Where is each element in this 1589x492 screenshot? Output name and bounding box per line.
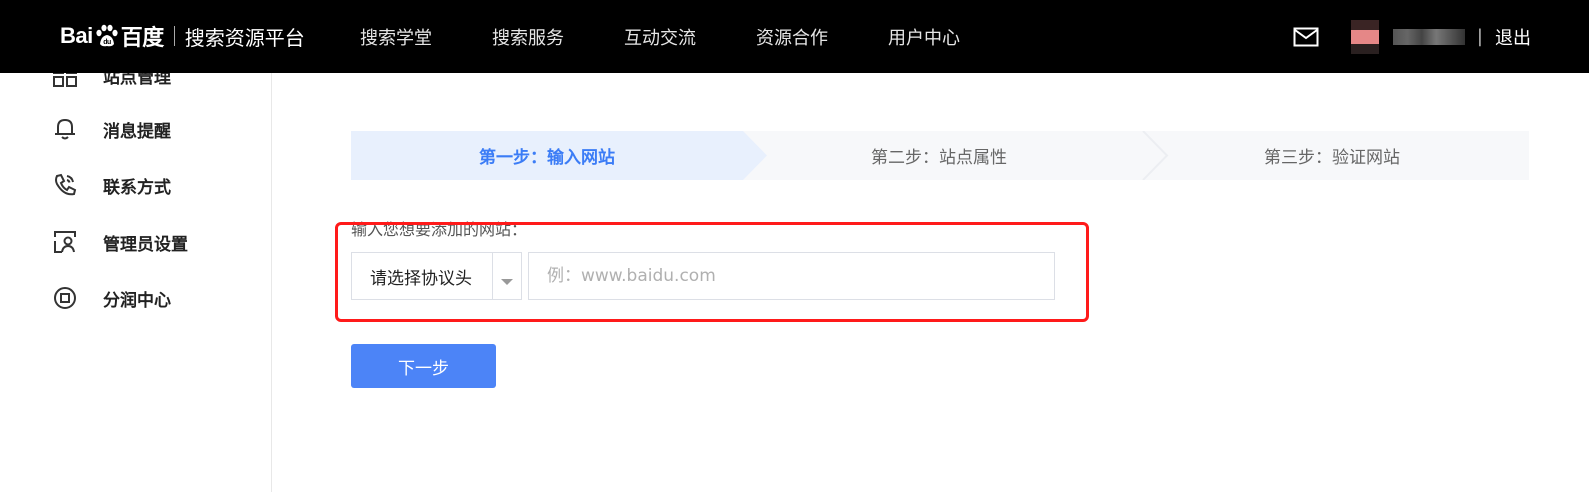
nav-item-interaction[interactable]: 互动交流: [624, 24, 696, 50]
sidebar-item-label: 分润中心: [103, 290, 171, 311]
step-3: 第三步：验证网站: [1264, 148, 1400, 168]
sidebar-item-label: 管理员设置: [103, 234, 188, 255]
step-2: 第二步：站点属性: [871, 148, 1007, 168]
nav-item-search-academy[interactable]: 搜索学堂: [360, 24, 432, 50]
logo-text-left: Bai: [60, 23, 93, 48]
step-1: 第一步：输入网站: [479, 148, 615, 168]
admin-card-icon: [52, 229, 78, 255]
svg-text:du: du: [103, 39, 111, 46]
paw-icon: du: [94, 24, 120, 48]
header-separator: |: [1476, 26, 1483, 47]
highlight-annotation-box: [335, 222, 1089, 322]
user-area: | 退出: [1293, 0, 1531, 73]
avatar[interactable]: [1350, 19, 1379, 54]
revenue-circle-icon: [52, 285, 78, 311]
logo-text-right: 百度: [120, 25, 165, 50]
logo-mark: Bai du 百度: [60, 20, 164, 52]
nav-item-user-center[interactable]: 用户中心: [888, 24, 960, 50]
top-navbar: Bai du 百度 搜索资源平台 搜索学堂 搜索服务 互动交流 资源合作 用户中…: [0, 0, 1589, 73]
baidu-logo[interactable]: Bai du 百度 搜索资源平台: [60, 14, 305, 58]
sidebar-item-admin-settings[interactable]: 管理员设置: [52, 227, 188, 257]
mail-icon[interactable]: [1293, 24, 1319, 50]
step-progress-bar: 第一步：输入网站 第二步：站点属性 第三步：验证网站: [351, 131, 1529, 180]
main-nav: 搜索学堂 搜索服务 互动交流 资源合作 用户中心: [360, 0, 960, 73]
nav-item-cooperation[interactable]: 资源合作: [756, 24, 828, 50]
username-redacted[interactable]: [1392, 28, 1465, 45]
logout-link[interactable]: 退出: [1495, 24, 1531, 50]
next-step-button[interactable]: 下一步: [351, 344, 496, 388]
sidebar-item-label: 消息提醒: [103, 121, 171, 142]
sidebar-item-label: 联系方式: [103, 177, 171, 198]
logo-divider: [173, 26, 175, 46]
sidebar-item-contact[interactable]: 联系方式: [52, 170, 171, 200]
sidebar: 站点管理 消息提醒 联系方式 管理员设置 分润中心: [0, 63, 272, 492]
nav-item-search-service[interactable]: 搜索服务: [492, 24, 564, 50]
phone-icon: [52, 172, 78, 198]
sidebar-item-messages[interactable]: 消息提醒: [52, 114, 171, 144]
bell-icon: [52, 116, 78, 142]
platform-title: 搜索资源平台: [184, 25, 305, 50]
sidebar-item-revenue-center[interactable]: 分润中心: [52, 283, 171, 313]
